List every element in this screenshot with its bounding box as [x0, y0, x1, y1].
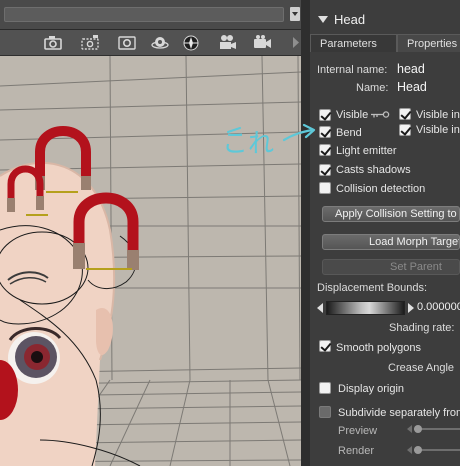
displacement-bounds-dial[interactable]: 0.000000: [317, 300, 460, 316]
subdivide-label: Subdivide separately from: [338, 407, 460, 419]
name-label: Name:: [356, 82, 389, 94]
smooth-polygons-checkbox[interactable]: [319, 340, 331, 352]
shading-rate-label: Shading rate:: [389, 322, 455, 334]
panel-title: Head: [334, 12, 366, 27]
handwritten-annotation: これ: [222, 123, 316, 159]
camera-frame-icon[interactable]: [117, 34, 137, 51]
load-morph-target-button[interactable]: Load Morph Target: [322, 234, 460, 250]
preview-label: Preview: [338, 425, 378, 437]
orbit-camera-icon[interactable]: [150, 34, 170, 51]
collision-detection-label: Collision detection: [336, 183, 426, 195]
tab-properties[interactable]: Properties: [397, 34, 460, 52]
crease-angle-label: Crease Angle: [388, 362, 455, 374]
doll-head: [0, 162, 116, 466]
visible-checkbox[interactable]: [319, 109, 331, 121]
decrement-arrow-icon[interactable]: [317, 303, 323, 313]
movie-camera-icon[interactable]: [217, 34, 237, 51]
video-camera-icon[interactable]: [252, 34, 272, 51]
smooth-polygons-label: Smooth polygons: [336, 342, 421, 354]
light-emitter-label: Light emitter: [336, 145, 397, 157]
collision-detection-checkbox[interactable]: [319, 182, 331, 194]
visible-in-checkbox[interactable]: [399, 108, 411, 120]
displacement-dial-bar[interactable]: [326, 301, 405, 315]
visible-in-label: Visible in: [416, 109, 460, 121]
render-slider-knob[interactable]: [414, 446, 422, 454]
collapse-triangle-icon[interactable]: [318, 16, 328, 23]
casts-shadows-label: Casts shadows: [336, 164, 411, 176]
casts-shadows-checkbox[interactable]: [319, 164, 331, 176]
bend-checkbox[interactable]: [319, 126, 331, 138]
internal-name-label: Internal name:: [317, 64, 388, 76]
viewport-title-bar: [0, 0, 301, 30]
name-value[interactable]: Head: [397, 80, 427, 94]
preview-slider-arrow-icon[interactable]: [407, 425, 412, 433]
camera-toolbar: [0, 30, 301, 56]
subdivide-checkbox[interactable]: [319, 406, 331, 418]
viewport-camera-field[interactable]: [4, 7, 284, 22]
displacement-bounds-label: Displacement Bounds:: [317, 282, 428, 294]
render-label: Render: [338, 445, 375, 457]
panel-tabs: Parameters Properties: [310, 34, 460, 52]
viewport-scene: [0, 56, 301, 466]
preview-slider-knob[interactable]: [414, 425, 422, 433]
visible-in-2-label: Visible in: [416, 124, 460, 136]
camera-icon[interactable]: [43, 34, 63, 51]
annotation-text: これ: [222, 129, 274, 159]
chevron-right-icon[interactable]: [286, 34, 299, 51]
key-icon: [371, 111, 390, 118]
visible-in-2-checkbox[interactable]: [399, 124, 411, 136]
display-origin-checkbox[interactable]: [319, 382, 331, 394]
displacement-bounds-value[interactable]: 0.000000: [417, 301, 460, 313]
apply-collision-button[interactable]: Apply Collision Setting to C: [322, 206, 460, 222]
set-parent-button: Set Parent: [322, 259, 460, 275]
increment-arrow-icon[interactable]: [408, 303, 414, 313]
viewport-menu-button[interactable]: [290, 7, 300, 21]
light-emitter-checkbox[interactable]: [319, 144, 331, 156]
visible-label: Visible: [336, 109, 369, 121]
bend-label: Bend: [336, 127, 362, 139]
camera-dashed-icon[interactable]: [80, 34, 100, 51]
panel-header[interactable]: Head: [310, 10, 460, 32]
sphere-camera-icon[interactable]: [181, 34, 201, 51]
display-origin-label: Display origin: [338, 383, 405, 395]
render-slider-arrow-icon[interactable]: [407, 446, 412, 454]
3d-viewport[interactable]: [0, 0, 301, 466]
tab-parameters[interactable]: Parameters: [310, 34, 397, 52]
internal-name-value: head: [397, 62, 425, 76]
